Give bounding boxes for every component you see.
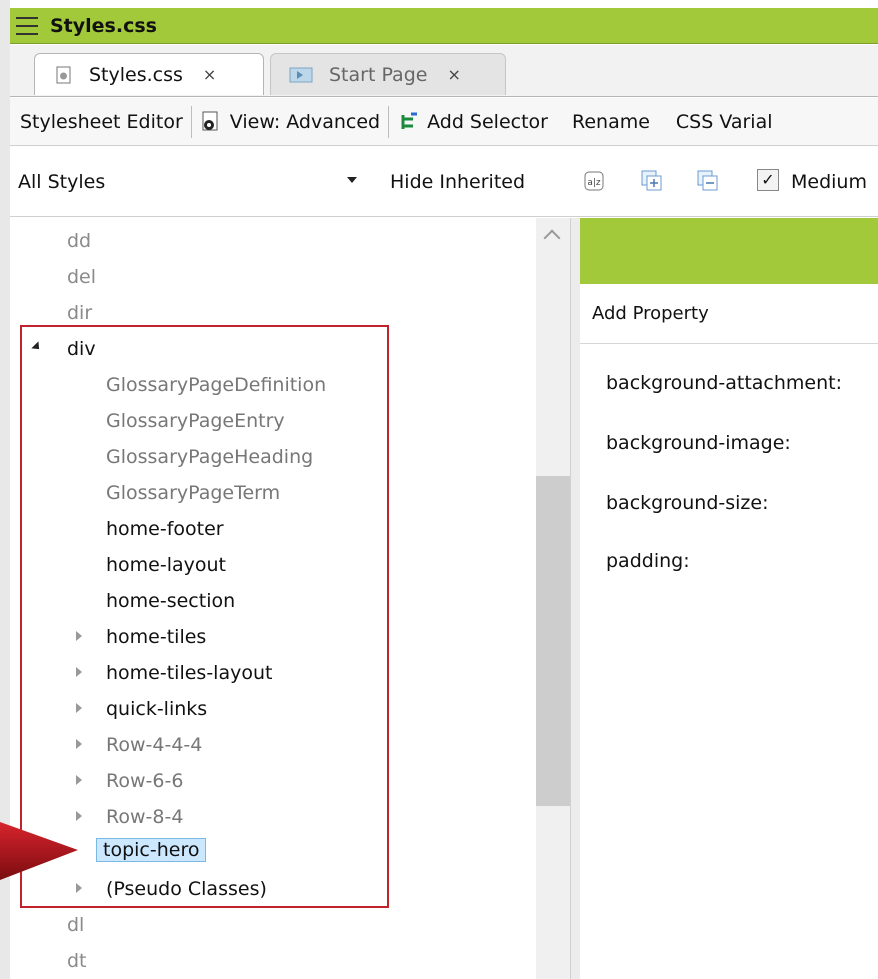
tree-scrollbar[interactable] [536,218,570,979]
tree-item-row-6-6[interactable]: Row-6-6 [106,770,183,792]
tab-styles-css[interactable]: Styles.css × [34,53,264,95]
tree-item-home-section[interactable]: home-section [106,590,235,612]
property-background-size[interactable]: background-size: [606,492,768,514]
tree-item-pseudo-classes[interactable]: (Pseudo Classes) [106,878,267,900]
tree-item-topic-hero[interactable]: topic-hero [96,838,207,862]
menu-icon[interactable] [16,14,44,38]
start-page-icon [289,67,313,82]
tree-item-div[interactable]: div [67,338,96,360]
collapse-all-icon[interactable] [696,169,720,193]
view-advanced-button[interactable]: View: Advanced [200,111,380,133]
sort-az-icon[interactable]: a|z [582,169,606,193]
tab-label: Styles.css [89,63,183,86]
tree-item-glossary-page-entry[interactable]: GlossaryPageEntry [106,410,285,432]
toolbar-separator [388,105,390,138]
scroll-up-icon[interactable] [543,229,561,247]
tree-item-row-8-4[interactable]: Row-8-4 [106,806,183,828]
rename-button[interactable]: Rename [572,111,650,133]
view-icon [202,111,218,130]
selector-tree: dd del dir div GlossaryPageDefinition Gl… [10,218,570,979]
tree-item-home-tiles[interactable]: home-tiles [106,626,206,648]
stylesheet-file-icon [56,66,71,83]
property-background-attachment[interactable]: background-attachment: [606,372,842,394]
expand-arrow-icon[interactable] [76,775,82,785]
filter-bar: All Styles Hide Inherited a|z ✓ Medium [10,147,878,217]
pane-splitter[interactable] [570,218,580,979]
toolbar-separator [190,105,192,138]
tree-item-glossary-page-term[interactable]: GlossaryPageTerm [106,482,280,504]
tab-label: Start Page [329,63,428,86]
callout-arrow-icon [0,822,78,880]
window-title: Styles.css [50,14,157,37]
properties-header [580,218,878,284]
property-padding[interactable]: padding: [606,550,690,572]
add-selector-button[interactable]: Add Selector [397,111,548,133]
title-bar: Styles.css [10,8,878,44]
tree-item-home-tiles-layout[interactable]: home-tiles-layout [106,662,272,684]
expand-arrow-icon[interactable] [76,667,82,677]
properties-pane: Add Property background-attachment: back… [580,218,878,979]
stylesheet-editor-label: Stylesheet Editor [20,110,183,133]
main-toolbar: Stylesheet Editor View: Advanced Add Sel… [10,98,878,146]
add-selector-icon [401,112,418,129]
tree-item-glossary-page-definition[interactable]: GlossaryPageDefinition [106,374,326,396]
svg-text:a|z: a|z [587,178,601,188]
expand-arrow-icon[interactable] [76,631,82,641]
tree-item-home-footer[interactable]: home-footer [106,518,224,540]
expand-arrow-icon[interactable] [76,739,82,749]
view-label: View: Advanced [229,110,381,133]
tree-item-quick-links[interactable]: quick-links [106,698,207,720]
close-tab-icon[interactable]: × [447,65,460,84]
tab-start-page[interactable]: Start Page × [270,53,506,95]
medium-label: Medium [791,171,867,193]
tree-item-home-layout[interactable]: home-layout [106,554,226,576]
add-property-button[interactable]: Add Property [580,284,878,344]
tree-item-dt[interactable]: dt [67,950,87,972]
expand-arrow-icon[interactable] [76,703,82,713]
close-tab-icon[interactable]: × [203,65,216,84]
tree-item-dl[interactable]: dl [67,914,84,936]
medium-checkbox[interactable]: ✓ [757,169,779,191]
css-variables-button[interactable]: CSS Varial [676,111,773,133]
hide-inherited-button[interactable]: Hide Inherited [390,171,525,193]
property-background-image[interactable]: background-image: [606,432,791,454]
add-selector-label: Add Selector [427,110,548,133]
tree-item-row-4-4-4[interactable]: Row-4-4-4 [106,734,202,756]
tree-item-dd[interactable]: dd [67,230,91,252]
tree-item-del[interactable]: del [67,266,96,288]
stylesheet-editor-window: Styles.css Styles.css × Start Page × Sty… [0,0,878,979]
chevron-down-icon[interactable] [347,177,357,183]
tree-item-glossary-page-heading[interactable]: GlossaryPageHeading [106,446,313,468]
styles-filter-dropdown[interactable]: All Styles [18,171,105,193]
scrollbar-thumb[interactable] [536,476,570,806]
collapse-arrow-icon[interactable] [31,341,43,353]
expand-all-icon[interactable] [640,169,664,193]
tree-item-dir[interactable]: dir [67,302,92,324]
document-tabs: Styles.css × Start Page × [10,45,878,97]
